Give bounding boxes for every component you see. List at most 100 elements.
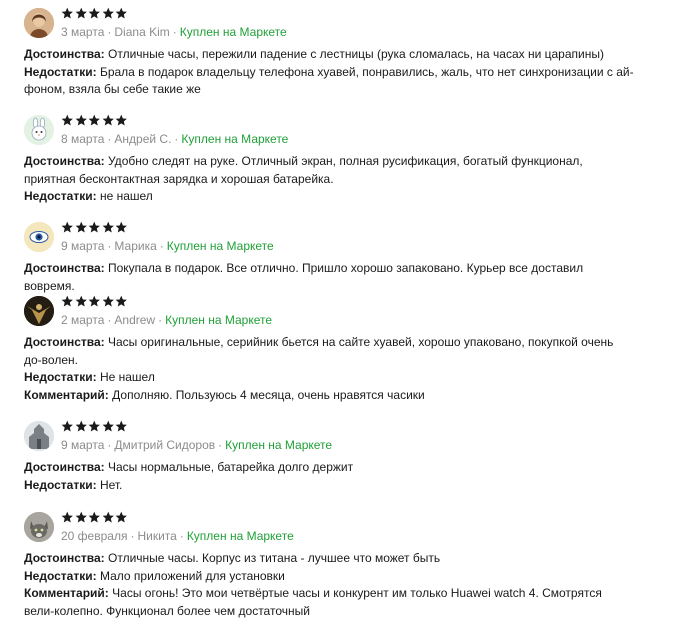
user-avatar[interactable] — [24, 115, 54, 145]
star-icon — [75, 221, 87, 233]
review-author[interactable]: Никита — [137, 529, 176, 543]
comment-text: Часы огонь! Это мои четвёртые часы и кон… — [24, 586, 602, 618]
star-icon — [102, 420, 114, 432]
rating-stars — [61, 114, 128, 128]
star-icon — [115, 7, 127, 19]
pros-line: Достоинства: Отличные часы, пережили пад… — [24, 46, 634, 64]
pros-label: Достоинства: — [24, 335, 105, 349]
review-author[interactable]: Andrew — [114, 313, 155, 327]
pros-text: Покупала в подарок. Все отлично. Пришло … — [24, 261, 584, 293]
star-icon — [61, 295, 73, 307]
cons-label: Недостатки: — [24, 477, 97, 492]
pros-label: Достоинства: — [24, 154, 105, 168]
review-meta: 8 марта · Андрей С. · Куплен на Маркете — [61, 132, 289, 146]
star-icon — [61, 114, 73, 126]
review-date: 20 февраля — [61, 529, 128, 543]
pros-label: Достоинства: — [24, 47, 105, 61]
star-icon — [115, 114, 127, 126]
cat-avatar-icon — [24, 512, 54, 542]
comment-line: Комментарий: Часы огонь! Это мои четвёрт… — [24, 585, 634, 620]
star-icon — [75, 511, 87, 523]
star-icon — [102, 221, 114, 233]
cons-line: Недостатки: не нашел — [24, 188, 634, 206]
review-text: Достоинства: Удобно следят на руке. Отли… — [24, 153, 634, 206]
star-icon — [61, 420, 73, 432]
cons-text: Нет. — [99, 477, 123, 492]
user-avatar[interactable] — [24, 421, 54, 451]
bunny-avatar-icon — [24, 115, 54, 145]
bought-on-market-badge: Куплен на Маркете — [179, 25, 287, 39]
cons-label: Недостатки: — [24, 370, 97, 384]
star-icon — [88, 295, 100, 307]
eye-avatar-icon — [24, 222, 54, 252]
review-text: Достоинства: Покупала в подарок. Все отл… — [24, 260, 634, 295]
pros-line: Достоинства: Отличные часы. Корпус из ти… — [24, 550, 634, 568]
cons-text: Брала в подарок владельцу телефона хуаве… — [24, 64, 634, 97]
star-icon — [61, 511, 73, 523]
cons-text: Не нашел — [99, 370, 155, 384]
review-meta: 20 февраля · Никита · Куплен на Маркете — [61, 529, 294, 543]
cons-line: Недостатки: Не нашел — [24, 369, 634, 387]
cons-label: Недостатки: — [24, 189, 97, 203]
review-meta: 9 марта · Марика · Куплен на Маркете — [61, 239, 274, 253]
review-date: 9 марта — [61, 438, 105, 452]
star-icon — [115, 420, 127, 432]
rating-stars — [61, 511, 128, 525]
pros-line: Достоинства: Часы нормальные, батарейка … — [24, 459, 634, 477]
photo-woman-avatar-icon — [24, 8, 54, 38]
review-author[interactable]: Diana Kim — [114, 25, 169, 39]
review-author[interactable]: Дмитрий Сидоров — [114, 438, 215, 452]
review-author[interactable]: Андрей С. — [114, 132, 171, 146]
user-avatar[interactable] — [24, 296, 54, 326]
cons-line: Недостатки: Брала в подарок владельцу те… — [24, 64, 634, 99]
star-icon — [75, 295, 87, 307]
pros-line: Достоинства: Покупала в подарок. Все отл… — [24, 260, 634, 295]
star-icon — [102, 295, 114, 307]
star-icon — [88, 7, 100, 19]
cons-line: Недостатки: Нет. — [24, 477, 634, 495]
cons-text: Мало приложений для установки — [99, 568, 285, 583]
star-icon — [75, 420, 87, 432]
rating-stars — [61, 221, 128, 235]
star-icon — [115, 295, 127, 307]
pros-text: Удобно следят на руке. Отличный экран, п… — [24, 154, 583, 186]
cons-label: Недостатки: — [24, 64, 97, 79]
review-meta: 2 марта · Andrew · Куплен на Маркете — [61, 313, 273, 327]
review-date: 3 марта — [61, 25, 105, 39]
bought-on-market-badge: Куплен на Маркете — [186, 529, 294, 543]
comment-line: Комментарий: Дополняю. Пользуюсь 4 месяц… — [24, 387, 634, 405]
star-icon — [88, 221, 100, 233]
rating-stars — [61, 420, 128, 434]
pros-text: Часы оригинальные, серийник бьется на са… — [24, 335, 614, 367]
comment-label: Комментарий: — [24, 586, 109, 600]
review-date: 9 марта — [61, 239, 105, 253]
user-avatar[interactable] — [24, 512, 54, 542]
pros-text: Отличные часы, пережили падение с лестни… — [108, 47, 604, 61]
cons-line: Недостатки: Мало приложений для установк… — [24, 568, 634, 586]
bought-on-market-badge: Куплен на Маркете — [181, 132, 289, 146]
review-meta: 3 марта · Diana Kim · Куплен на Маркете — [61, 25, 287, 39]
star-icon — [61, 7, 73, 19]
pros-line: Достоинства: Часы оригинальные, серийник… — [24, 334, 634, 369]
pros-text: Отличные часы. Корпус из титана - лучшее… — [108, 551, 441, 565]
star-icon — [102, 511, 114, 523]
cons-label: Недостатки: — [24, 568, 97, 583]
review-date: 2 марта — [61, 313, 105, 327]
bought-on-market-badge: Куплен на Маркете — [166, 239, 274, 253]
pros-label: Достоинства: — [24, 551, 105, 565]
user-avatar[interactable] — [24, 222, 54, 252]
comment-label: Комментарий: — [24, 387, 109, 402]
review-text: Достоинства: Отличные часы, пережили пад… — [24, 46, 634, 99]
review-text: Достоинства: Часы оригинальные, серийник… — [24, 334, 634, 404]
user-avatar[interactable] — [24, 8, 54, 38]
star-icon — [88, 114, 100, 126]
review-author[interactable]: Марика — [114, 239, 156, 253]
rating-stars — [61, 7, 128, 21]
star-icon — [75, 114, 87, 126]
star-icon — [115, 511, 127, 523]
pros-label: Достоинства: — [24, 460, 105, 474]
bought-on-market-badge: Куплен на Маркете — [225, 438, 333, 452]
review-text: Достоинства: Часы нормальные, батарейка … — [24, 459, 634, 494]
star-icon — [102, 7, 114, 19]
star-icon — [115, 221, 127, 233]
